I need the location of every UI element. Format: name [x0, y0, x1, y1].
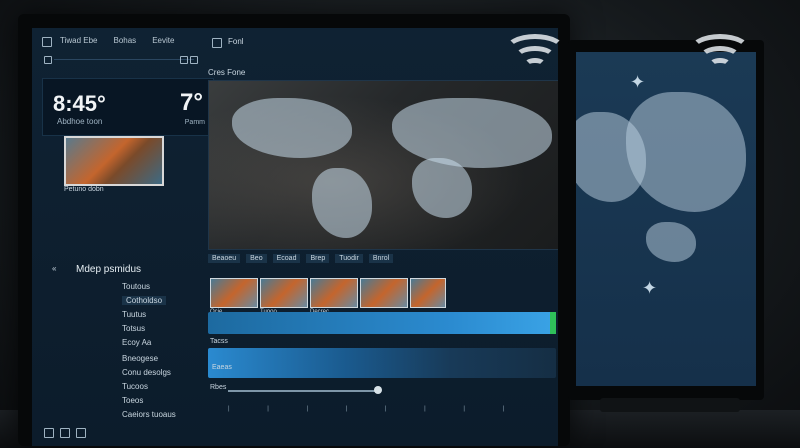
left-monitor: Tiwad Ebe Bohas Eevite Fonl 8:45° Abdhoe…: [18, 14, 570, 446]
save-icon[interactable]: [212, 38, 222, 48]
clock-widget: 8:45° Abdhoe toon 7° Pamm: [42, 78, 214, 136]
media-panel-title: Mdep psmidus: [76, 264, 142, 275]
clock-time: 8:45°: [53, 91, 106, 116]
timeline-clip[interactable]: [360, 278, 408, 308]
wifi-icon: [689, 34, 751, 74]
timeline-tabs: Beaoeu Beo Ecoad Brep Tuodir Bnrol: [208, 254, 394, 263]
video-label: Cres Fone: [208, 68, 246, 77]
media-item[interactable]: Tucoos: [122, 382, 148, 391]
thumbnail-caption: Petuno dobn: [64, 186, 104, 193]
timeline-ruler: | | | | | | | |: [228, 406, 523, 412]
track-label: Tacss: [210, 338, 228, 345]
expand-icon[interactable]: [180, 56, 188, 64]
wifi-icon: [504, 34, 566, 74]
app-menu-icon[interactable]: [42, 37, 52, 47]
scrubber-bar[interactable]: [228, 390, 378, 392]
star-icon: ✦: [642, 278, 658, 298]
add-icon[interactable]: [44, 428, 54, 438]
weather-sub: Pamm: [184, 119, 205, 126]
track-label: Rbes: [210, 384, 227, 391]
divider: [54, 59, 194, 60]
track-end-marker: [550, 312, 556, 334]
timeline-clip[interactable]: [410, 278, 446, 308]
collapse-icon[interactable]: [44, 56, 52, 64]
weather-temp: 7°: [180, 89, 203, 116]
toolbar2-item[interactable]: Fonl: [228, 37, 244, 46]
export-icon[interactable]: [76, 428, 86, 438]
map-australia: [646, 222, 696, 262]
right-screen: ✦ ✦: [576, 52, 756, 386]
toolbar-item-1[interactable]: Tiwad Ebe: [60, 36, 98, 52]
right-monitor: ✦ ✦: [568, 40, 764, 400]
media-item[interactable]: Toeos: [122, 396, 143, 405]
star-icon: ✦: [630, 72, 646, 92]
left-screen: Tiwad Ebe Bohas Eevite Fonl 8:45° Abdhoe…: [32, 28, 558, 446]
scrubber-handle[interactable]: [374, 386, 382, 394]
audio-track[interactable]: [208, 348, 556, 378]
media-item[interactable]: Caeiors tuoaus: [122, 410, 176, 419]
media-item[interactable]: Bneogese: [122, 354, 158, 363]
media-item[interactable]: Tuutus: [122, 310, 146, 319]
top-toolbar: Tiwad Ebe Bohas Eevite: [60, 36, 174, 52]
tab[interactable]: Ecoad: [272, 254, 301, 263]
track-label: Eaeas: [212, 364, 232, 371]
folder-icon[interactable]: [60, 428, 70, 438]
tab[interactable]: Brep: [306, 254, 330, 263]
video-track[interactable]: [208, 312, 556, 334]
media-item[interactable]: Ecoy Aa: [122, 338, 151, 347]
map-asia: [626, 92, 746, 212]
settings-icon[interactable]: [190, 56, 198, 64]
tab[interactable]: Tuodir: [335, 254, 363, 263]
media-item[interactable]: Conu desolgs: [122, 368, 171, 377]
timeline-clip[interactable]: [310, 278, 358, 308]
tab[interactable]: Bnrol: [368, 254, 394, 263]
monitor-stand: [600, 398, 740, 412]
panel-back-icon[interactable]: «: [52, 264, 56, 273]
toolbar-item-2[interactable]: Bohas: [114, 36, 137, 52]
media-item[interactable]: Totsus: [122, 324, 145, 333]
preview-thumbnail[interactable]: [64, 136, 164, 186]
media-item-selected[interactable]: Cotholdso: [122, 296, 167, 305]
toolbar-item-3[interactable]: Eevite: [152, 36, 174, 52]
clock-subtitle: Abdhoe toon: [57, 117, 103, 126]
timeline-clip[interactable]: [210, 278, 258, 308]
tab[interactable]: Beaoeu: [208, 254, 241, 263]
tab[interactable]: Beo: [246, 254, 267, 263]
timeline-clip[interactable]: [260, 278, 308, 308]
media-item[interactable]: Toutous: [122, 282, 150, 291]
